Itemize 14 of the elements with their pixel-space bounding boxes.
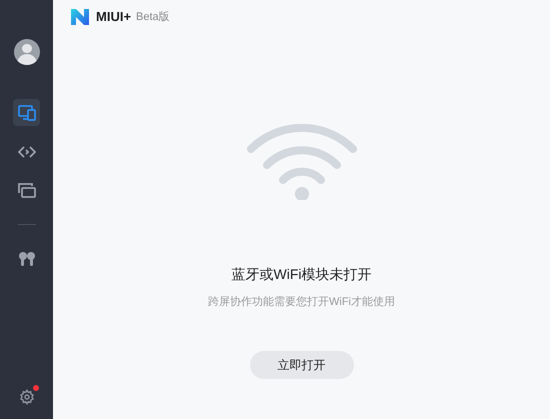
open-button[interactable]: 立即打开 [250, 350, 354, 378]
logo-icon [69, 7, 91, 27]
sidebar-nav-button[interactable] [13, 99, 40, 126]
status-message: 跨屏协作功能需要您打开WiFi才能使用 [208, 295, 395, 310]
wifi-icon [246, 124, 358, 200]
devices-icon [18, 104, 36, 120]
relay-icon [18, 144, 36, 160]
settings-icon [18, 389, 34, 405]
beta-label: Beta版 [136, 10, 170, 25]
app-name: MIUI+ [96, 8, 132, 26]
status-title: 蓝牙或WiFi模块未打开 [232, 265, 372, 284]
screens-icon [18, 183, 36, 198]
avatar[interactable] [14, 39, 40, 65]
earbuds-icon [18, 250, 36, 266]
